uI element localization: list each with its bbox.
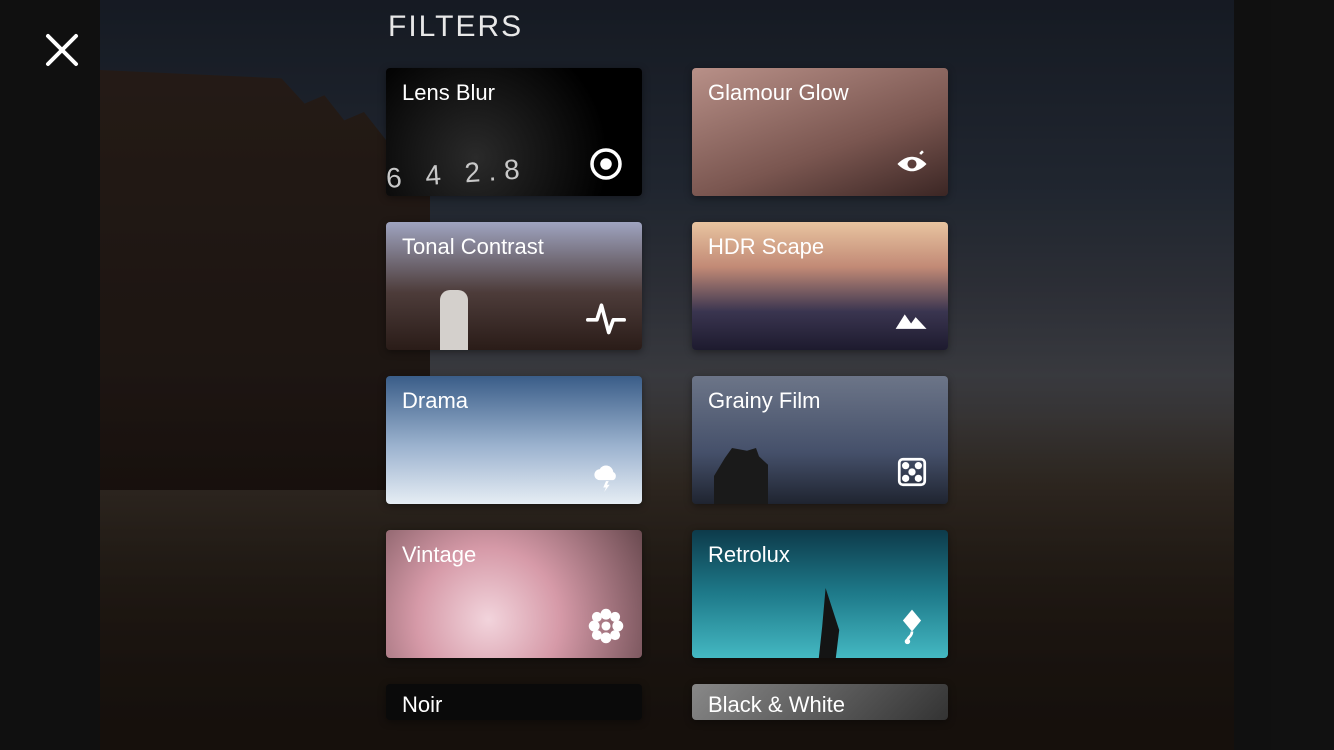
card-label: Vintage xyxy=(402,542,476,568)
close-button[interactable] xyxy=(42,30,82,70)
card-label: Lens Blur xyxy=(402,80,495,106)
card-label: HDR Scape xyxy=(708,234,824,260)
filter-card-glamour-glow[interactable]: Glamour Glow xyxy=(692,68,948,196)
kite-icon xyxy=(890,604,934,648)
target-icon xyxy=(584,142,628,186)
card-label: Grainy Film xyxy=(708,388,820,414)
pulse-icon xyxy=(584,296,628,340)
card-label: Glamour Glow xyxy=(708,80,849,106)
filter-card-retrolux[interactable]: Retrolux xyxy=(692,530,948,658)
card-label: Drama xyxy=(402,388,468,414)
filters-grid: Lens Blur Glamour Glow Tonal Contrast xyxy=(386,68,966,720)
filter-card-vintage[interactable]: Vintage xyxy=(386,530,642,658)
filter-card-tonal-contrast[interactable]: Tonal Contrast xyxy=(386,222,642,350)
card-label: Tonal Contrast xyxy=(402,234,544,260)
filter-card-hdr-scape[interactable]: HDR Scape xyxy=(692,222,948,350)
eye-icon xyxy=(890,142,934,186)
filter-card-lens-blur[interactable]: Lens Blur xyxy=(386,68,642,196)
filter-card-drama[interactable]: Drama xyxy=(386,376,642,504)
flower-icon xyxy=(584,604,628,648)
card-label: Retrolux xyxy=(708,542,790,568)
app-window: FILTERS Lens Blur Glamour Glow Tonal Con… xyxy=(0,0,1334,750)
close-icon xyxy=(42,57,82,74)
dice-icon xyxy=(890,450,934,494)
filters-panel: FILTERS Lens Blur Glamour Glow Tonal Con… xyxy=(386,0,966,750)
card-label: Black & White xyxy=(708,692,845,718)
mountains-icon xyxy=(890,296,934,340)
filter-card-black-white[interactable]: Black & White xyxy=(692,684,948,720)
card-label: Noir xyxy=(402,692,442,718)
panel-title: FILTERS xyxy=(386,0,966,68)
filter-card-grainy-film[interactable]: Grainy Film xyxy=(692,376,948,504)
storm-icon xyxy=(584,450,628,494)
filter-card-noir[interactable]: Noir xyxy=(386,684,642,720)
